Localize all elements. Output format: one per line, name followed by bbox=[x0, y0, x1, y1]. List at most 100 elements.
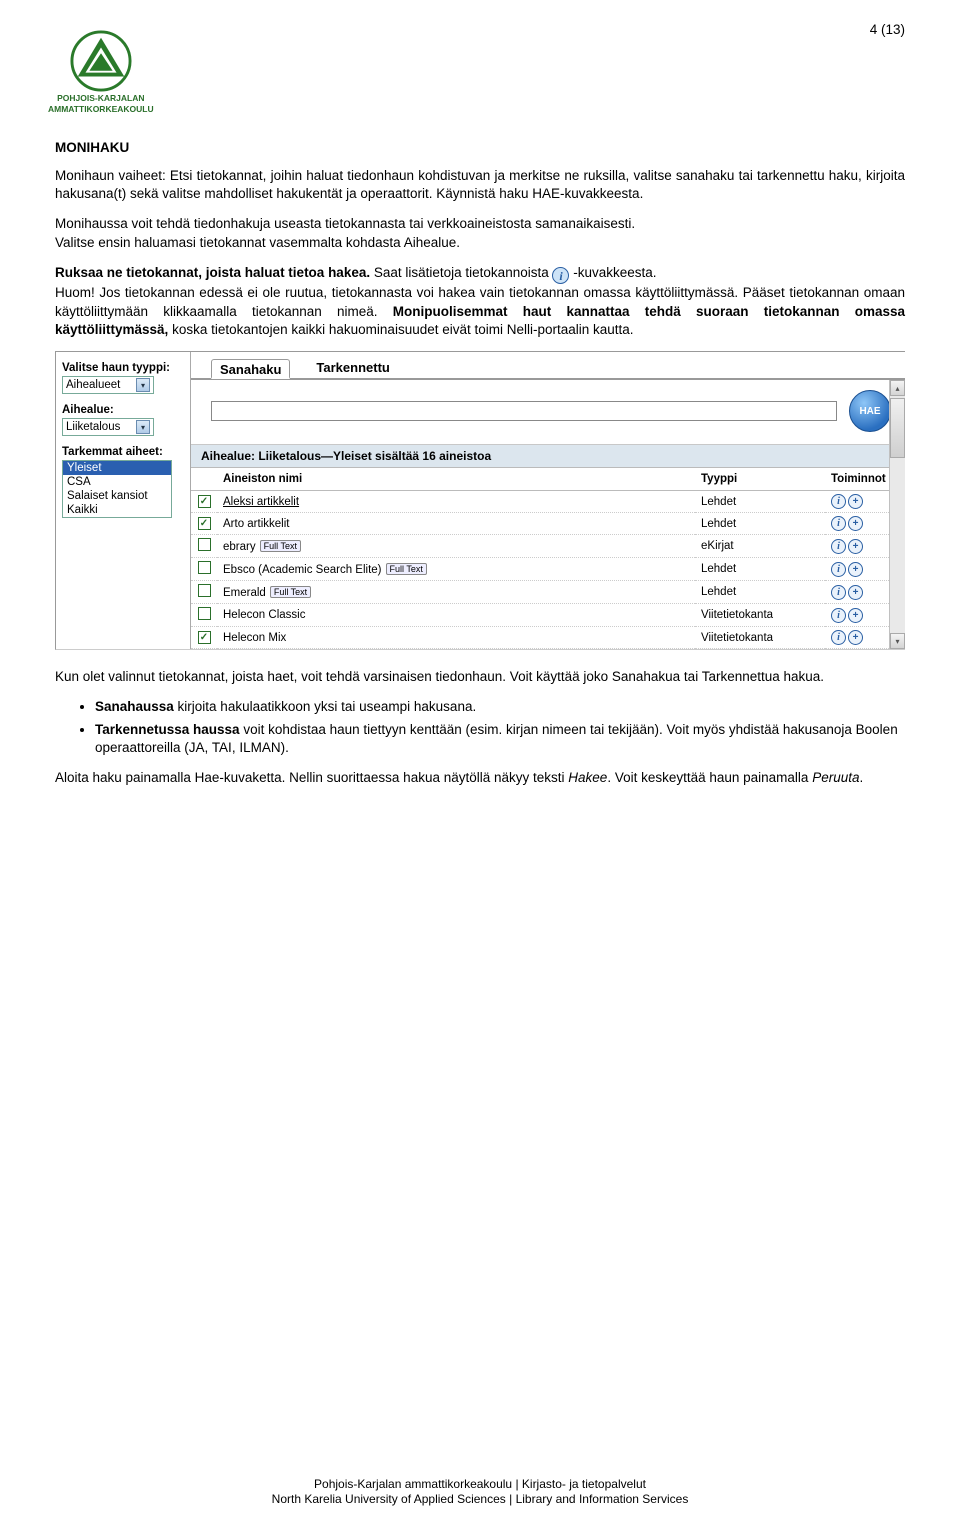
bullet-tarkennettu: Tarkennetussa haussa voit kohdistaa haun… bbox=[95, 721, 905, 757]
scroll-down-icon[interactable]: ▾ bbox=[890, 633, 905, 649]
table-row: ✓ Helecon Mix Viitetietokanta i+ bbox=[191, 627, 905, 649]
para-2b: Valitse ensin haluamasi tietokannat vase… bbox=[55, 235, 460, 250]
resource-name[interactable]: Helecon Classic bbox=[223, 609, 305, 621]
category-title: Aihealue: Liiketalous—Yleiset sisältää 1… bbox=[191, 445, 905, 468]
listbox-detail[interactable]: Yleiset CSA Salaiset kansiot Kaikki bbox=[62, 460, 172, 518]
page-footer: Pohjois-Karjalan ammattikorkeakoulu | Ki… bbox=[0, 1477, 960, 1508]
para-3-bold1: Ruksaa ne tietokannat, joista haluat tie… bbox=[55, 265, 370, 280]
para-5-i2: Peruuta bbox=[812, 770, 859, 785]
search-sidebar: Valitse haun tyyppi: Aihealueet ▾ Aiheal… bbox=[56, 352, 191, 649]
para-4: Kun olet valinnut tietokannat, joista ha… bbox=[55, 668, 905, 686]
list-item[interactable]: CSA bbox=[63, 475, 171, 489]
para-3-tail: koska tietokantojen kaikki hakuominaisuu… bbox=[168, 322, 633, 337]
para-5-i1: Hakee bbox=[568, 770, 607, 785]
table-row: Helecon Classic Viitetietokanta i+ bbox=[191, 604, 905, 627]
add-icon[interactable]: + bbox=[848, 608, 863, 623]
checkbox[interactable]: ✓ bbox=[198, 495, 211, 508]
add-icon[interactable]: + bbox=[848, 516, 863, 531]
tab-sanahaku[interactable]: Sanahaku bbox=[211, 359, 290, 379]
col-type: Tyyppi bbox=[695, 468, 825, 491]
resource-name[interactable]: Helecon Mix bbox=[223, 632, 286, 644]
document-body: MONIHAKU Monihaun vaiheet: Etsi tietokan… bbox=[55, 140, 905, 787]
info-icon[interactable]: i bbox=[831, 630, 846, 645]
para-2a: Monihaussa voit tehdä tiedonhakuja useas… bbox=[55, 216, 635, 231]
info-icon[interactable]: i bbox=[831, 539, 846, 554]
bullet-sanahaku: Sanahaussa kirjoita hakulaatikkoon yksi … bbox=[95, 698, 905, 716]
page-number: 4 (13) bbox=[870, 22, 905, 37]
checkbox[interactable] bbox=[198, 561, 211, 574]
search-input[interactable] bbox=[211, 401, 837, 421]
para-3-mid: Saat lisätietoja tietokannoista bbox=[370, 265, 552, 280]
select-search-type[interactable]: Aihealueet ▾ bbox=[62, 376, 154, 394]
para-3: Ruksaa ne tietokannat, joista haluat tie… bbox=[55, 264, 905, 339]
para-intro: Monihaun vaiheet: Etsi tietokannat, joih… bbox=[55, 167, 905, 203]
checkbox[interactable] bbox=[198, 607, 211, 620]
chevron-down-icon: ▾ bbox=[136, 420, 150, 434]
label-area: Aihealue: bbox=[62, 404, 184, 416]
table-row: ✓ Aleksi artikkelit Lehdeti+ bbox=[191, 491, 905, 513]
resource-type: Lehdet bbox=[695, 581, 825, 604]
hae-button[interactable]: HAE bbox=[849, 390, 891, 432]
info-icon: i bbox=[552, 267, 569, 284]
resource-name[interactable]: Ebsco (Academic Search Elite) bbox=[223, 564, 382, 576]
add-icon[interactable]: + bbox=[848, 494, 863, 509]
resource-type: Lehdet bbox=[695, 513, 825, 535]
search-row: HAE bbox=[191, 380, 905, 445]
resource-type: eKirjat bbox=[695, 535, 825, 558]
list-item[interactable]: Kaikki bbox=[63, 503, 171, 517]
fulltext-badge: Full Text bbox=[270, 586, 311, 598]
bullet-tarkennettu-bold: Tarkennetussa haussa bbox=[95, 722, 240, 737]
checkbox[interactable] bbox=[198, 584, 211, 597]
footer-line-1: Pohjois-Karjalan ammattikorkeakoulu | Ki… bbox=[0, 1477, 960, 1493]
bullet-sanahaku-text: kirjoita hakulaatikkoon yksi tai useampi… bbox=[174, 699, 476, 714]
info-icon[interactable]: i bbox=[831, 516, 846, 531]
resource-type: Lehdet bbox=[695, 491, 825, 513]
fulltext-badge: Full Text bbox=[260, 540, 301, 552]
add-icon[interactable]: + bbox=[848, 630, 863, 645]
info-icon[interactable]: i bbox=[831, 494, 846, 509]
tab-tarkennettu[interactable]: Tarkennettu bbox=[308, 358, 397, 378]
checkbox[interactable]: ✓ bbox=[198, 517, 211, 530]
add-icon[interactable]: + bbox=[848, 539, 863, 554]
scroll-up-icon[interactable]: ▴ bbox=[890, 380, 905, 396]
label-search-type: Valitse haun tyyppi: bbox=[62, 362, 184, 374]
list-item[interactable]: Yleiset bbox=[63, 461, 171, 475]
para-5c: . bbox=[860, 770, 864, 785]
para-5b: . Voit keskeyttää haun painamalla bbox=[607, 770, 812, 785]
scrollbar[interactable]: ▴ ▾ bbox=[889, 380, 905, 649]
resource-type: Lehdet bbox=[695, 558, 825, 581]
para-5a: Aloita haku painamalla Hae-kuvaketta. Ne… bbox=[55, 770, 568, 785]
table-row: Ebsco (Academic Search Elite) Full Text Le… bbox=[191, 558, 905, 581]
info-icon[interactable]: i bbox=[831, 562, 846, 577]
checkbox[interactable] bbox=[198, 538, 211, 551]
bullet-list: Sanahaussa kirjoita hakulaatikkoon yksi … bbox=[95, 698, 905, 757]
resource-name[interactable]: Emerald bbox=[223, 587, 266, 599]
tab-bar: Sanahaku Tarkennettu bbox=[191, 352, 905, 380]
scroll-thumb[interactable] bbox=[890, 398, 905, 458]
screenshot-nelli: Valitse haun tyyppi: Aihealueet ▾ Aiheal… bbox=[55, 351, 905, 650]
add-icon[interactable]: + bbox=[848, 562, 863, 577]
para-5: Aloita haku painamalla Hae-kuvaketta. Ne… bbox=[55, 769, 905, 787]
footer-line-2: North Karelia University of Applied Scie… bbox=[0, 1492, 960, 1508]
logo-text-1: POHJOIS-KARJALAN bbox=[48, 94, 154, 103]
table-row: ✓ Arto artikkelit Lehdeti+ bbox=[191, 513, 905, 535]
resource-type: Viitetietokanta bbox=[695, 604, 825, 627]
heading-monihaku: MONIHAKU bbox=[55, 140, 905, 155]
logo-icon bbox=[70, 30, 132, 92]
info-icon[interactable]: i bbox=[831, 585, 846, 600]
bullet-sanahaku-bold: Sanahaussa bbox=[95, 699, 174, 714]
resource-name[interactable]: Aleksi artikkelit bbox=[223, 496, 299, 508]
resource-type: Viitetietokanta bbox=[695, 627, 825, 649]
list-item[interactable]: Salaiset kansiot bbox=[63, 489, 171, 503]
chevron-down-icon: ▾ bbox=[136, 378, 150, 392]
resource-name[interactable]: ebrary bbox=[223, 541, 256, 553]
fulltext-badge: Full Text bbox=[386, 563, 427, 575]
add-icon[interactable]: + bbox=[848, 585, 863, 600]
para-2: Monihaussa voit tehdä tiedonhakuja useas… bbox=[55, 215, 905, 251]
col-check bbox=[191, 468, 217, 491]
logo-text-2: AMMATTIKORKEAKOULU bbox=[48, 105, 154, 114]
info-icon[interactable]: i bbox=[831, 608, 846, 623]
select-area[interactable]: Liiketalous ▾ bbox=[62, 418, 154, 436]
checkbox[interactable]: ✓ bbox=[198, 631, 211, 644]
resource-name[interactable]: Arto artikkelit bbox=[223, 518, 289, 530]
